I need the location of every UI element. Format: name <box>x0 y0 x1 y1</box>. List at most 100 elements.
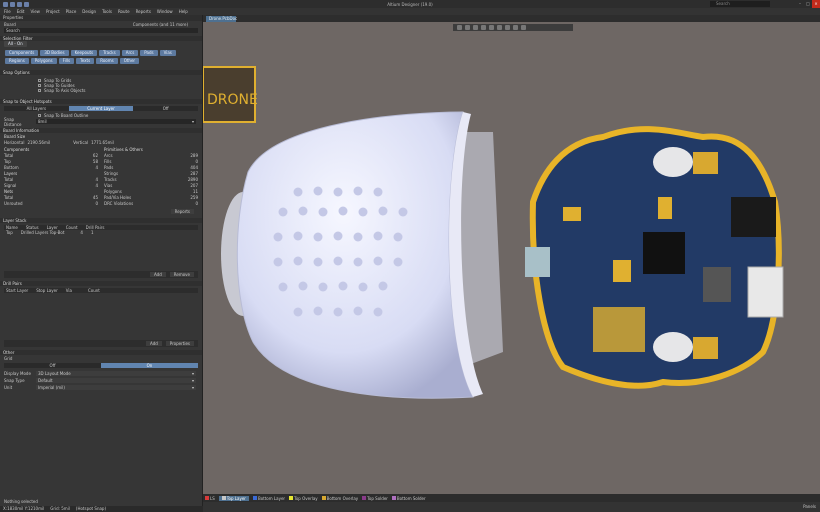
layer-tab[interactable]: Bottom Solder <box>391 496 426 501</box>
components-count[interactable]: Components (and 11 more) <box>133 22 188 27</box>
vent-hole <box>313 232 323 242</box>
menu-help[interactable]: Help <box>179 9 188 14</box>
stat-label: Bottom <box>4 165 19 170</box>
filter-fills[interactable]: Fills <box>58 58 75 64</box>
table-cell: 4 <box>80 230 83 235</box>
filter-tracks[interactable]: Tracks <box>99 50 120 56</box>
grid-on[interactable]: On <box>101 363 198 368</box>
filter-3d-bodies[interactable]: 3D Bodies <box>40 50 69 56</box>
grid-status: Grid: 5mil <box>50 506 70 511</box>
filter-arcs[interactable]: Arcs <box>121 50 139 56</box>
vent-hole <box>318 207 328 217</box>
column-header[interactable]: Drill Pairs <box>86 225 105 230</box>
vent-hole <box>333 307 343 317</box>
snap-to-axis-checkbox[interactable]: Snap To Axis Objects <box>0 88 202 93</box>
column-header[interactable]: Count <box>66 225 78 230</box>
layer-name: LS <box>210 495 215 501</box>
column-header[interactable]: Start Layer <box>6 288 28 293</box>
add-drill-button[interactable]: Add <box>146 341 162 346</box>
menu-edit[interactable]: Edit <box>17 9 25 14</box>
stat-label: Top <box>4 159 11 164</box>
snap-objects-header[interactable]: Snap to Object Hotspots <box>0 99 202 104</box>
layer-stack-header[interactable]: Layer Stack <box>0 218 202 223</box>
menu-route[interactable]: Route <box>118 9 130 14</box>
board-info-cell: Layers <box>4 171 98 176</box>
coords: X:1830mil Y:1210mil <box>3 506 45 511</box>
vent-hole <box>353 306 363 316</box>
reports-button[interactable]: Reports <box>170 209 194 214</box>
vent-hole <box>293 307 303 317</box>
stat-value: 289 <box>190 153 198 158</box>
close-button[interactable]: × <box>812 0 820 8</box>
3d-scene: DRONE <box>203 66 784 399</box>
drill-properties-button[interactable]: Properties <box>165 341 194 346</box>
drill-pairs-header[interactable]: Drill Pairs <box>0 281 202 286</box>
snap-distance-input[interactable]: 8mil ▾ <box>36 119 196 124</box>
board-info-cell: Signal 4 <box>4 183 98 188</box>
stat-value: 4 <box>95 183 98 188</box>
menu-design[interactable]: Design <box>82 9 96 14</box>
board-info-cell: Total 4 <box>4 177 98 182</box>
filter-polygons[interactable]: Polygons <box>30 58 57 64</box>
add-layer-button[interactable]: Add <box>150 272 166 277</box>
menu-tools[interactable]: Tools <box>102 9 112 14</box>
label: Snap To Axis Objects <box>44 88 86 93</box>
filter-regions[interactable]: Regions <box>5 58 29 64</box>
field-dropdown[interactable]: 3D Layout Mode ▾ <box>36 371 196 376</box>
vent-hole <box>338 206 348 216</box>
filter-texts[interactable]: Texts <box>76 58 95 64</box>
table-cell: 1 <box>90 230 94 235</box>
stat-label: DRC Violations <box>104 201 134 206</box>
layer-color-swatch <box>391 496 396 500</box>
layer-tab[interactable]: Top Layer <box>218 495 249 501</box>
vent-hole <box>378 206 388 216</box>
grid-off[interactable]: Off <box>4 363 101 368</box>
column-header[interactable]: Count <box>88 288 100 293</box>
menu-view[interactable]: View <box>30 9 40 14</box>
stat-value: 207 <box>190 183 198 188</box>
horizontal-value: 2190.56mil <box>27 139 51 145</box>
maximize-button[interactable]: □ <box>804 0 812 8</box>
stat-label: Pad/Via Holes <box>104 195 132 200</box>
panel-search-input[interactable]: Search <box>4 27 198 33</box>
stat-value: 2890 <box>187 177 198 182</box>
layer-tab[interactable]: Bottom Layer <box>252 496 285 501</box>
layer-color-swatch <box>205 496 209 500</box>
filter-rooms[interactable]: Rooms <box>96 58 118 64</box>
field-label: Snap Type <box>4 378 25 383</box>
section-title: Primitives & Others <box>104 147 143 152</box>
field-dropdown[interactable]: Default ▾ <box>36 378 196 383</box>
table-row[interactable]: Top Drilled Layers Top-Bot 4 1 <box>4 230 198 235</box>
search-input[interactable]: Search <box>710 1 770 7</box>
layer-tab[interactable]: Bottom Overlay <box>321 495 359 501</box>
stat-value: 11 <box>192 189 198 194</box>
menu-place[interactable]: Place <box>66 9 77 14</box>
seg-current-layer[interactable]: Current Layer <box>68 106 134 111</box>
layer-tab[interactable]: Top Overlay <box>289 496 318 501</box>
menu-project[interactable]: Project <box>46 9 60 14</box>
filter-other[interactable]: Other <box>119 58 140 64</box>
seg-all-layers[interactable]: All Layers <box>4 106 69 111</box>
menu-file[interactable]: File <box>4 9 11 14</box>
menu-window[interactable]: Window <box>157 9 173 14</box>
stat-label: Polygons <box>104 189 122 194</box>
minimize-button[interactable]: – <box>796 0 804 8</box>
layer-name: Bottom Overlay <box>326 495 359 501</box>
layer-tab[interactable]: LS <box>205 496 215 501</box>
column-header[interactable]: Stop Layer <box>36 288 58 293</box>
filter-components[interactable]: Components <box>5 50 39 56</box>
filter-vias[interactable]: Vias <box>159 50 176 56</box>
menu-reports[interactable]: Reports <box>136 9 151 14</box>
seg-off[interactable]: Off <box>133 106 198 111</box>
vertical-value: 1771.65mil <box>91 139 114 145</box>
layer-tab[interactable]: Top Solder <box>362 496 388 501</box>
3d-viewport[interactable]: DRONE <box>203 22 820 494</box>
remove-layer-button[interactable]: Remove <box>169 272 194 277</box>
panels-button[interactable]: Panels <box>803 504 816 509</box>
column-header[interactable]: Via <box>66 288 72 293</box>
filter-pads[interactable]: Pads <box>140 50 158 56</box>
board-info-cell: Total 45 <box>4 195 98 200</box>
all-on-button[interactable]: All - On <box>4 41 27 47</box>
field-dropdown[interactable]: Imperial (mil) ▾ <box>36 385 196 390</box>
filter-keepouts[interactable]: Keepouts <box>70 50 98 56</box>
